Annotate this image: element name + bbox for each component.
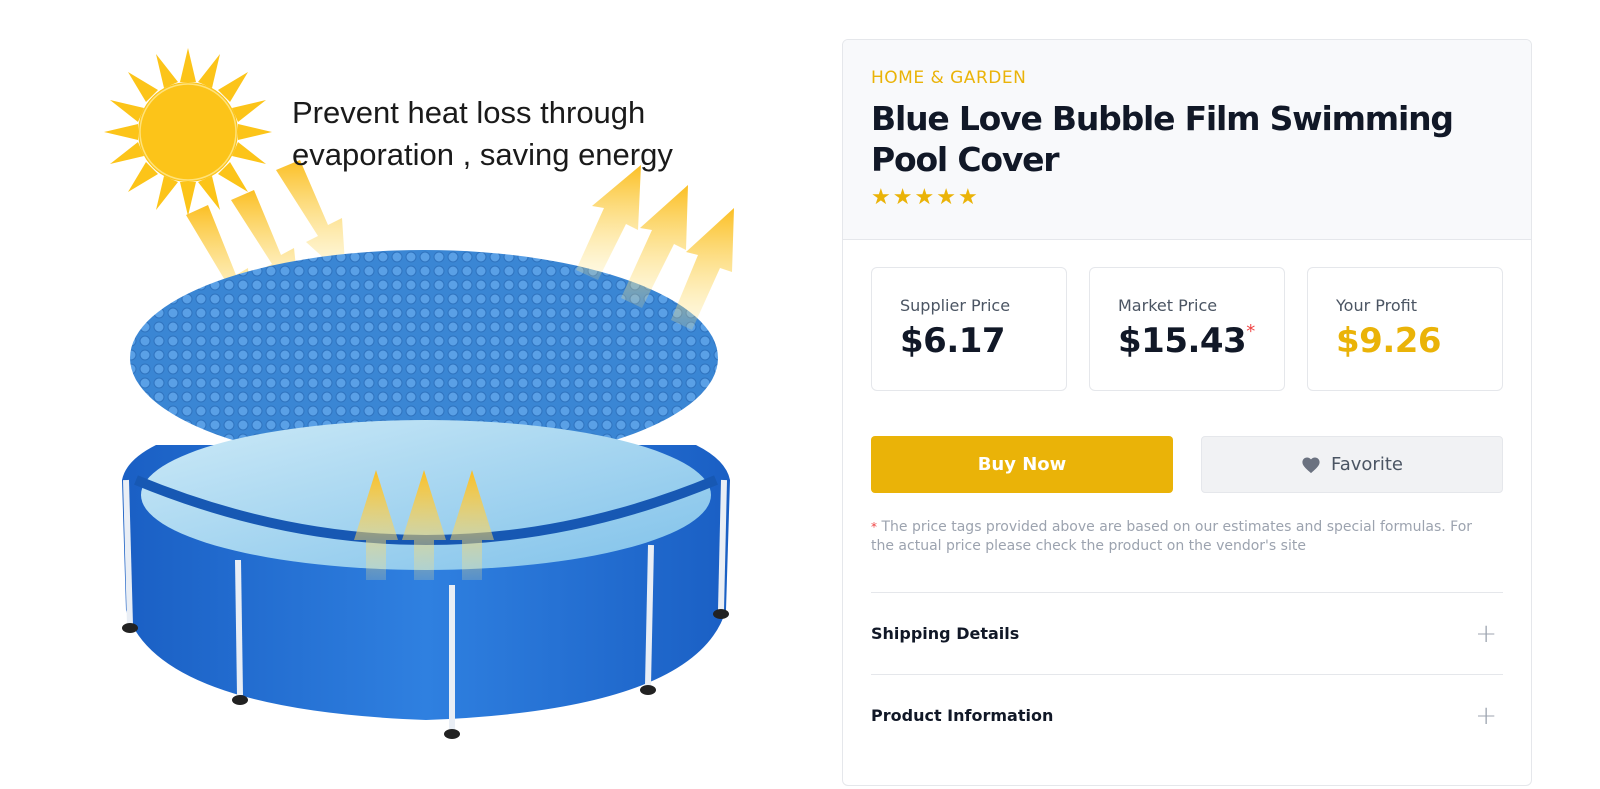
supplier-price-value: $6.17 [900, 321, 1006, 361]
rating-stars: ★ ★ ★ ★ ★ [871, 186, 1503, 210]
star-icon: ★ [957, 185, 978, 210]
product-image: Prevent heat loss through evaporation , … [96, 40, 756, 770]
disclaimer-asterisk: * [871, 520, 877, 534]
details-accordion: Shipping Details + Product Information + [871, 592, 1503, 756]
product-information-label: Product Information [871, 706, 1054, 725]
product-card: HOME & GARDEN Blue Love Bubble Film Swim… [842, 39, 1532, 786]
plus-icon[interactable]: + [1475, 703, 1497, 729]
category-label[interactable]: HOME & GARDEN [871, 68, 1503, 88]
buy-now-label: Buy Now [977, 454, 1067, 475]
favorite-button[interactable]: Favorite [1201, 436, 1503, 493]
product-title: Blue Love Bubble Film Swimming Pool Cove… [871, 99, 1454, 179]
sun-icon [104, 48, 272, 216]
profit-box: Your Profit $9.26 [1307, 267, 1503, 391]
retained-heat-arrows [354, 470, 494, 580]
star-icon: ★ [871, 185, 891, 210]
accordion-shipping-details[interactable]: Shipping Details + [871, 592, 1503, 674]
market-price-box: Market Price $15.43* [1089, 267, 1285, 391]
product-header: HOME & GARDEN Blue Love Bubble Film Swim… [843, 40, 1531, 240]
action-buttons: Buy Now Favorite [871, 436, 1503, 493]
accordion-product-information[interactable]: Product Information + [871, 674, 1503, 756]
market-price-asterisk: * [1246, 321, 1255, 342]
supplier-price-label: Supplier Price [900, 296, 1011, 315]
market-price-label: Market Price [1118, 296, 1218, 315]
image-caption: Prevent heat loss through evaporation , … [292, 92, 732, 176]
caption-line-2: evaporation , saving energy [292, 137, 673, 172]
product-body: Supplier Price $6.17 Market Price $15.43… [843, 240, 1531, 756]
star-icon: ★ [892, 185, 913, 210]
star-icon: ★ [914, 185, 935, 210]
market-price-value: $15.43 [1118, 321, 1247, 361]
market-price-line: $15.43* [1118, 321, 1284, 361]
favorite-label: Favorite [1331, 454, 1403, 475]
supplier-price-box: Supplier Price $6.17 [871, 267, 1067, 391]
star-icon: ★ [936, 185, 956, 210]
disclaimer-text: The price tags provided above are based … [871, 519, 1473, 554]
caption-line-1: Prevent heat loss through [292, 95, 646, 130]
profit-label: Your Profit [1336, 296, 1417, 315]
buy-now-button[interactable]: Buy Now [871, 436, 1173, 493]
profit-value: $9.26 [1336, 321, 1442, 361]
plus-icon[interactable]: + [1475, 621, 1497, 647]
price-disclaimer: * The price tags provided above are base… [871, 518, 1491, 556]
price-row: Supplier Price $6.17 Market Price $15.43… [871, 267, 1503, 391]
shipping-details-label: Shipping Details [871, 624, 1020, 643]
heart-icon [1302, 456, 1320, 473]
